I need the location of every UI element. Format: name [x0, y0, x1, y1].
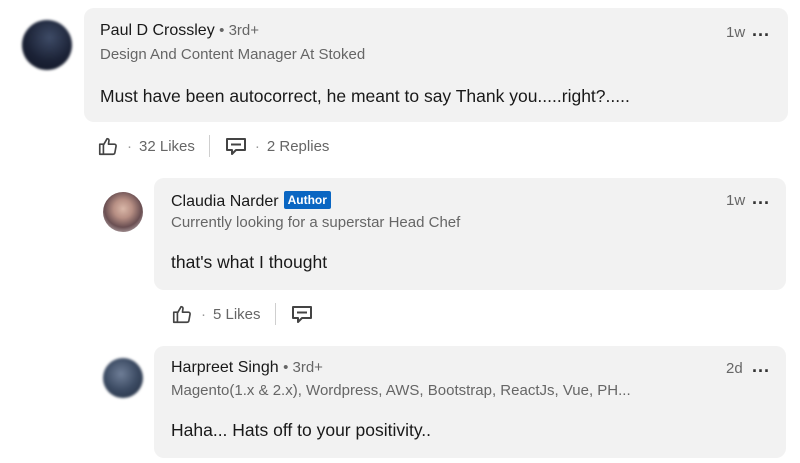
likes-count[interactable]: 32 Likes: [139, 138, 195, 155]
comment-text: Haha... Hats off to your positivity..: [171, 420, 432, 440]
commenter-name[interactable]: Paul D Crossley • 3rd+: [100, 22, 259, 40]
separator-dot: ·: [254, 137, 260, 155]
commenter-headline: Magento(1.x & 2.x), Wordpress, AWS, Boot…: [171, 382, 631, 399]
commenter-name[interactable]: Harpreet Singh • 3rd+: [171, 359, 323, 377]
comment-actions: · 32 Likes · 2 Replies: [96, 134, 329, 158]
reply-icon[interactable]: [290, 302, 314, 326]
comment-actions: · 5 Likes: [170, 302, 314, 326]
comment-timestamp: 1w: [726, 24, 746, 41]
avatar-claudia[interactable]: [103, 192, 143, 232]
replies-count[interactable]: 2 Replies: [267, 138, 330, 155]
commenter-headline: Currently looking for a superstar Head C…: [171, 214, 461, 231]
commenter-headline: Design And Content Manager At Stoked: [100, 46, 366, 63]
separator-dot: ·: [201, 305, 206, 323]
comment-text: that's what I thought: [171, 252, 328, 272]
author-badge: Author: [283, 191, 331, 209]
more-options-icon[interactable]: ...: [752, 356, 770, 377]
comment-text: Must have been autocorrect, he meant to …: [100, 86, 630, 106]
commenter-name-text[interactable]: Claudia Narder: [171, 193, 279, 210]
comment-timestamp: 2d: [726, 360, 743, 377]
more-options-icon[interactable]: ...: [752, 188, 770, 209]
connection-degree: • 3rd+: [283, 359, 323, 376]
connection-degree: • 3rd+: [219, 22, 260, 39]
like-icon[interactable]: [96, 134, 120, 158]
reply-icon[interactable]: [224, 134, 248, 158]
likes-count[interactable]: 5 Likes: [213, 306, 261, 323]
action-divider: [208, 135, 210, 157]
commenter-name[interactable]: Claudia Narder Author: [171, 191, 331, 211]
action-divider: [274, 303, 276, 325]
comment-timestamp: 1w: [726, 192, 746, 209]
more-options-icon[interactable]: ...: [752, 20, 770, 41]
like-icon[interactable]: [170, 302, 194, 326]
commenter-name-text[interactable]: Harpreet Singh: [171, 359, 279, 376]
commenter-name-text[interactable]: Paul D Crossley: [100, 22, 215, 39]
avatar-harpreet[interactable]: [103, 358, 143, 398]
avatar-paul[interactable]: [22, 20, 72, 70]
separator-dot: ·: [127, 137, 132, 155]
